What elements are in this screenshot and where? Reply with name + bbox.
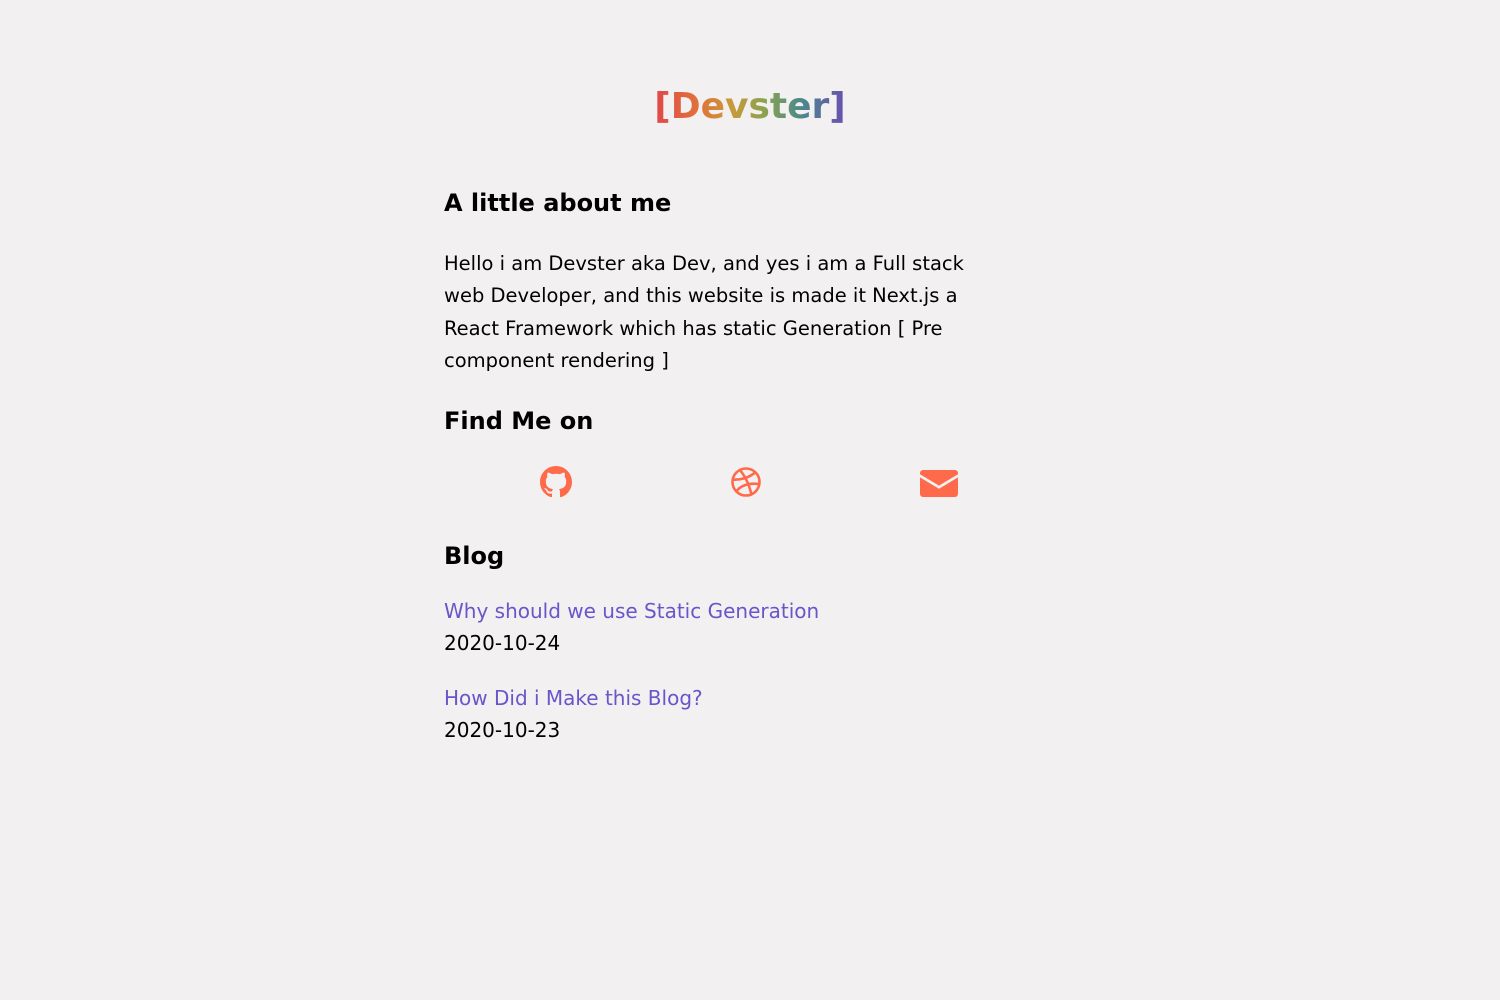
- site-logo-text[interactable]: [Devster]: [654, 84, 845, 130]
- about-title: A little about me: [444, 189, 672, 217]
- blog-post-date: 2020-10-24: [444, 631, 561, 655]
- github-link[interactable]: [540, 466, 580, 506]
- blog-post-date: 2020-10-23: [444, 718, 561, 742]
- blog-title: Blog: [444, 542, 505, 570]
- about-text: Hello i am Devster aka Dev, and yes i am…: [444, 252, 964, 373]
- social-links: [444, 466, 1004, 506]
- mail-icon: [920, 470, 958, 497]
- dribbble-link[interactable]: [730, 466, 770, 506]
- page: [Devster] A little about me Hello i am D…: [0, 0, 1500, 1000]
- blog-post: Why should we use Static Generation 2020…: [444, 595, 1004, 659]
- mail-link[interactable]: [920, 466, 960, 506]
- blog-post-link[interactable]: How Did i Make this Blog?: [444, 682, 1004, 714]
- dribbble-icon: [731, 467, 761, 497]
- blog-post-link[interactable]: Why should we use Static Generation: [444, 595, 1004, 627]
- find-me-title: Find Me on: [444, 407, 594, 435]
- blog-post: How Did i Make this Blog? 2020-10-23: [444, 682, 1004, 746]
- github-icon: [540, 466, 572, 498]
- site-logo[interactable]: [Devster]: [0, 84, 1500, 130]
